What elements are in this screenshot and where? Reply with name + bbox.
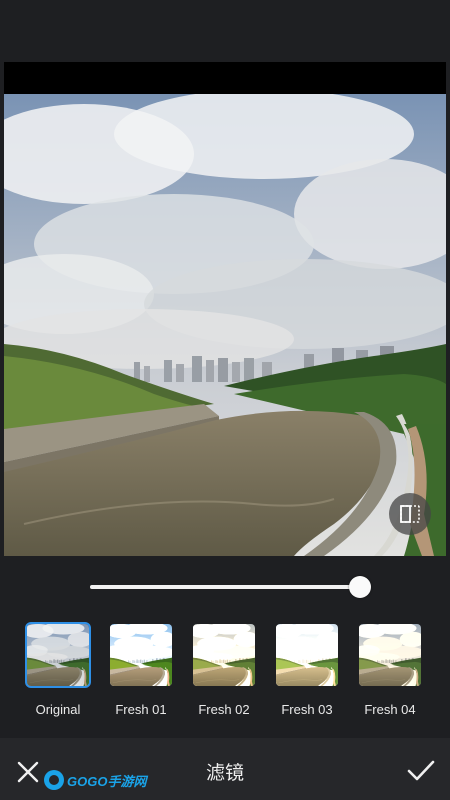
filter-thumbnail[interactable] (108, 622, 174, 688)
compare-icon (400, 505, 420, 523)
filter-label: Fresh 03 (281, 702, 333, 717)
filter-fresh-04[interactable]: Fresh 04 (357, 622, 423, 717)
filter-thumbnail[interactable] (191, 622, 257, 688)
page-title: 滤镜 (205, 763, 244, 784)
filter-fresh-01[interactable]: Fresh 01 (108, 622, 174, 717)
checkmark-icon (407, 760, 435, 781)
filter-thumbnail[interactable] (274, 622, 340, 688)
slider-track[interactable] (90, 585, 360, 589)
filter-label: Original (35, 702, 81, 717)
filter-label: Fresh 02 (198, 702, 250, 717)
bottom-action-bar: GOGO手游网 滤镜 (0, 738, 450, 800)
filter-label: Fresh 04 (364, 702, 416, 717)
filter-thumbnail[interactable] (25, 622, 91, 688)
slider-thumb[interactable] (349, 576, 371, 598)
filter-thumbnail[interactable] (357, 622, 423, 688)
filter-label: Fresh 01 (115, 702, 167, 717)
filter-strip: Original Fresh 01 Fresh 02 Fresh 03 Fres… (0, 622, 450, 722)
filter-fresh-03[interactable]: Fresh 03 (274, 622, 340, 717)
confirm-button[interactable] (405, 756, 437, 786)
filter-fresh-02[interactable]: Fresh 02 (191, 622, 257, 717)
intensity-slider[interactable] (90, 575, 371, 599)
photo-preview (4, 94, 446, 556)
photo-letterbox-top (4, 62, 446, 94)
filter-original[interactable]: Original (25, 622, 91, 717)
compare-button[interactable] (389, 493, 431, 535)
